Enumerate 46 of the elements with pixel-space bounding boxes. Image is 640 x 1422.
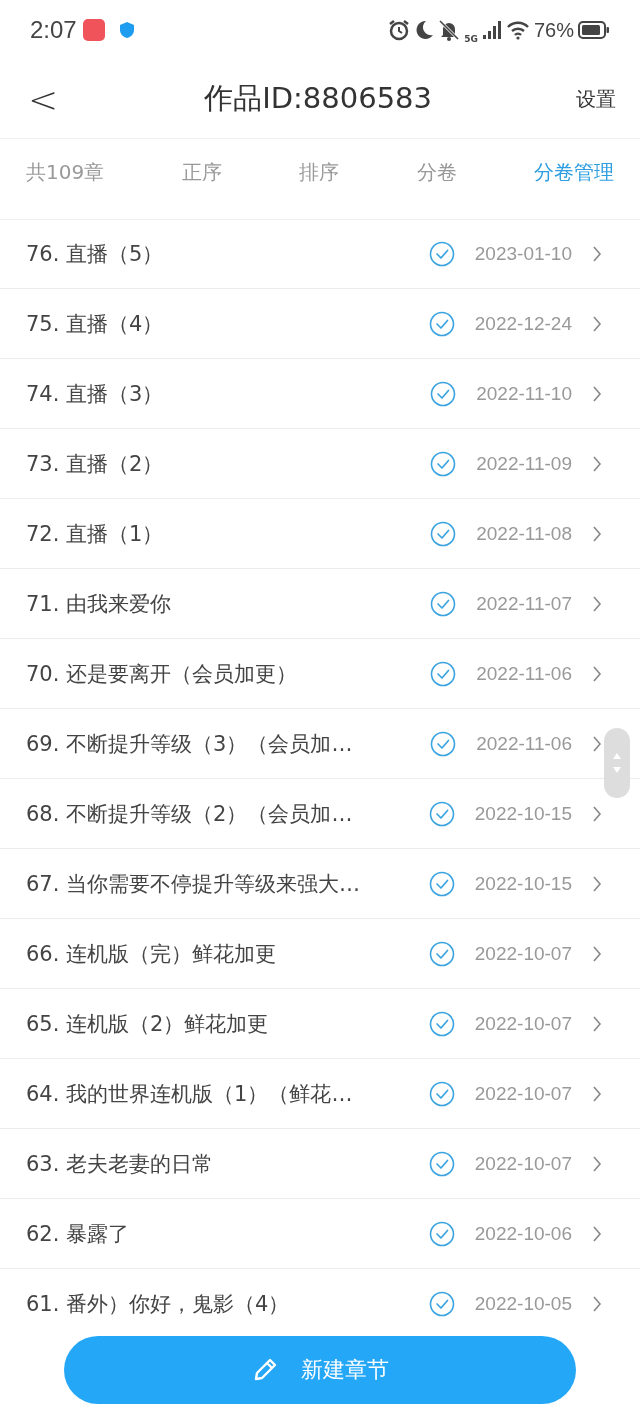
chevron-right-icon bbox=[592, 734, 602, 753]
battery-icon bbox=[578, 21, 610, 39]
chevron-right-icon bbox=[592, 594, 602, 613]
chevron-right-icon bbox=[592, 1084, 602, 1103]
shield-icon bbox=[118, 21, 135, 39]
chapter-count: 共109章 bbox=[26, 158, 105, 186]
chapter-row[interactable]: 72. 直播（1） 2022-11-08 bbox=[0, 499, 640, 569]
chapter-row[interactable]: 73. 直播（2） 2022-11-09 bbox=[0, 429, 640, 499]
chapter-row[interactable]: 74. 直播（3） 2022-11-10 bbox=[0, 359, 640, 429]
signal-icon bbox=[481, 20, 502, 40]
chapter-row[interactable]: 64. 我的世界连机版（1）（鲜花… 2022-10-07 bbox=[0, 1059, 640, 1129]
chevron-right-icon bbox=[592, 664, 602, 683]
settings-button[interactable]: 设置 bbox=[572, 85, 620, 113]
chevron-right-icon bbox=[592, 804, 602, 823]
chapter-row[interactable]: 65. 连机版（2）鲜花加更 2022-10-07 bbox=[0, 989, 640, 1059]
bell-off-icon bbox=[438, 19, 461, 41]
chevron-right-icon bbox=[592, 1014, 602, 1033]
chapter-row[interactable]: 76. 直播（5） 2023-01-10 bbox=[0, 219, 640, 289]
chapter-row[interactable]: 62. 暴露了 2022-10-06 bbox=[0, 1199, 640, 1269]
chevron-right-icon bbox=[592, 244, 602, 263]
chapter-row[interactable]: 75. 直播（4） 2022-12-24 bbox=[0, 289, 640, 359]
chevron-right-icon bbox=[592, 944, 602, 963]
shopping-bag-icon bbox=[82, 19, 105, 41]
chapter-row[interactable]: 63. 老夫老妻的日常 2022-10-07 bbox=[0, 1129, 640, 1199]
chevron-right-icon bbox=[592, 524, 602, 543]
chapter-row[interactable]: 66. 连机版（完）鲜花加更 2022-10-07 bbox=[0, 919, 640, 989]
chevron-right-icon bbox=[592, 1294, 602, 1313]
scroll-handle[interactable] bbox=[604, 728, 630, 798]
chevron-right-icon bbox=[592, 314, 602, 333]
chapter-row[interactable]: 67. 当你需要不停提升等级来强大… 2022-10-15 bbox=[0, 849, 640, 919]
chapter-row[interactable]: 70. 还是要离开（会员加更） 2022-11-06 bbox=[0, 639, 640, 709]
chevron-right-icon bbox=[592, 454, 602, 473]
wifi-icon bbox=[505, 20, 530, 40]
back-button[interactable]: < bbox=[22, 78, 65, 120]
chevron-right-icon bbox=[592, 874, 602, 893]
moon-icon bbox=[414, 19, 435, 41]
battery-percent: 76% bbox=[533, 18, 574, 42]
network-type: 5G bbox=[464, 34, 478, 44]
chevron-right-icon bbox=[592, 1224, 602, 1243]
page-title: 作品ID:8806583 bbox=[204, 80, 432, 117]
status-time: 2:07 bbox=[30, 16, 77, 44]
chevron-right-icon bbox=[592, 1154, 602, 1173]
chapter-row[interactable]: 71. 由我来爱你 2022-11-07 bbox=[0, 569, 640, 639]
chapter-row[interactable]: 61. 番外）你好，鬼影（4） 2022-10-05 bbox=[0, 1269, 640, 1338]
chevron-right-icon bbox=[592, 384, 602, 403]
alarm-icon bbox=[388, 19, 411, 41]
